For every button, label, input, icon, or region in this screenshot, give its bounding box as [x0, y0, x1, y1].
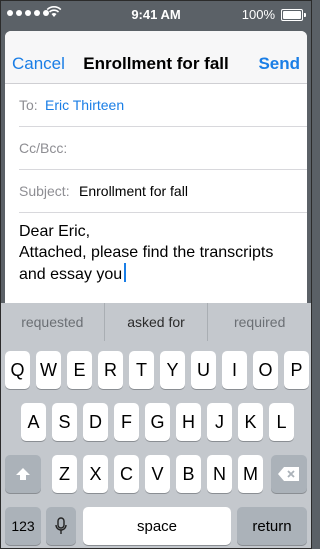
to-field[interactable]: To: Eric Thirteen [19, 84, 307, 127]
phone-screen: 9:41 AM 100% Cancel Enrollment for fall … [0, 0, 312, 549]
key-x[interactable]: X [83, 455, 108, 493]
suggestion-asked-for[interactable]: asked for [105, 303, 209, 341]
key-j[interactable]: J [207, 403, 232, 441]
subject-field[interactable]: Subject: Enrollment for fall [19, 170, 307, 213]
key-g[interactable]: G [145, 403, 170, 441]
subject-value[interactable]: Enrollment for fall [79, 183, 188, 199]
key-e[interactable]: E [67, 351, 92, 389]
text-cursor [124, 263, 127, 282]
backspace-icon [278, 467, 299, 481]
key-m[interactable]: M [238, 455, 263, 493]
message-body[interactable]: Dear Eric, Attached, please find the tra… [19, 221, 299, 285]
predictive-bar: requested asked for required [1, 303, 311, 341]
compose-nav-bar: Cancel Enrollment for fall Send [5, 31, 307, 84]
to-recipient[interactable]: Eric Thirteen [45, 97, 124, 113]
keyboard: Q W E R T Y U I O P A S D F G H J K L Z … [1, 341, 311, 548]
space-key[interactable]: space [83, 507, 231, 545]
key-k[interactable]: K [238, 403, 263, 441]
key-i[interactable]: I [222, 351, 247, 389]
key-b[interactable]: B [176, 455, 201, 493]
dictation-key[interactable] [46, 507, 76, 545]
key-y[interactable]: Y [160, 351, 185, 389]
key-a[interactable]: A [21, 403, 46, 441]
delete-key[interactable] [271, 455, 307, 493]
key-u[interactable]: U [191, 351, 216, 389]
key-v[interactable]: V [145, 455, 170, 493]
body-line: and essay you [19, 266, 123, 283]
key-c[interactable]: C [114, 455, 139, 493]
key-d[interactable]: D [83, 403, 108, 441]
key-z[interactable]: Z [52, 455, 77, 493]
key-f[interactable]: F [114, 403, 139, 441]
battery-icon [281, 9, 306, 21]
send-button[interactable]: Send [258, 54, 300, 74]
subject-label: Subject: [19, 183, 70, 199]
shift-key[interactable] [5, 455, 41, 493]
suggestion-requested[interactable]: requested [1, 303, 105, 341]
status-bar: 9:41 AM 100% [1, 1, 311, 29]
cc-bcc-field[interactable]: Cc/Bcc: [19, 127, 307, 170]
key-t[interactable]: T [129, 351, 154, 389]
shift-arrow-icon [16, 468, 30, 480]
to-label: To: [19, 97, 38, 113]
suggestion-required[interactable]: required [208, 303, 311, 341]
microphone-icon [55, 517, 67, 534]
key-r[interactable]: R [98, 351, 123, 389]
key-l[interactable]: L [269, 403, 294, 441]
cc-bcc-label: Cc/Bcc: [19, 140, 68, 156]
battery-percent: 100% [241, 7, 275, 22]
return-key[interactable]: return [237, 507, 307, 545]
numbers-key[interactable]: 123 [5, 507, 41, 545]
key-o[interactable]: O [253, 351, 278, 389]
key-q[interactable]: Q [5, 351, 30, 389]
key-w[interactable]: W [36, 351, 61, 389]
key-s[interactable]: S [52, 403, 77, 441]
body-line: Dear Eric, [19, 223, 91, 240]
key-p[interactable]: P [284, 351, 309, 389]
key-n[interactable]: N [207, 455, 232, 493]
compose-sheet: Cancel Enrollment for fall Send To: Eric… [5, 31, 307, 303]
key-h[interactable]: H [176, 403, 201, 441]
body-line: Attached, please find the transcripts [19, 244, 274, 261]
